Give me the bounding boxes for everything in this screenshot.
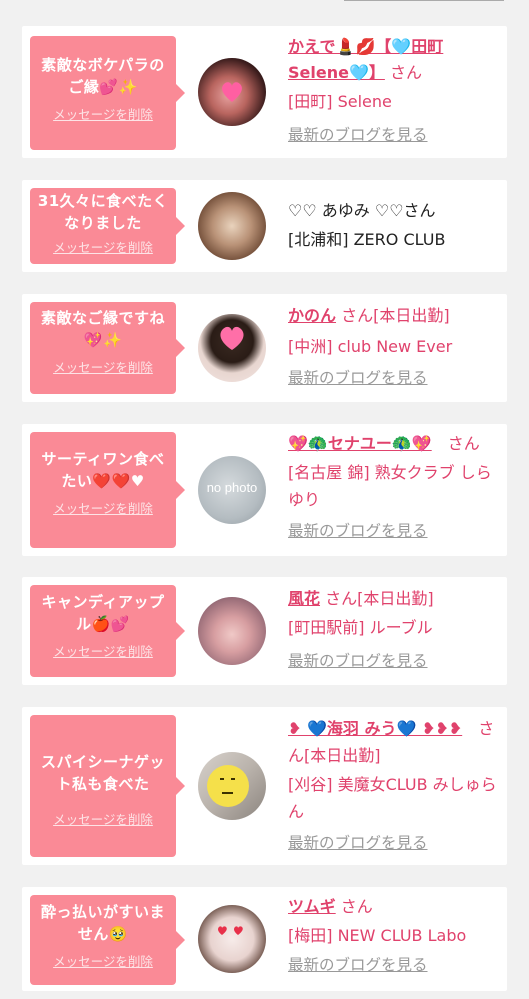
- latest-blog-link[interactable]: 最新のブログを見る: [288, 369, 428, 387]
- face-sticker-icon: [207, 765, 249, 807]
- message-card: サーティワン食べたい❤️❤️♥ メッセージを削除 no photo 💖🦚セナユー…: [22, 424, 507, 556]
- delete-message-link[interactable]: メッセージを削除: [30, 104, 176, 123]
- avatar[interactable]: [198, 597, 266, 665]
- message-card: 素敵なご縁ですね💖✨ メッセージを削除 かのん さん[本日出勤] [中洲] cl…: [22, 294, 507, 402]
- profile-info: ツムギ さん [梅田] NEW CLUB Labo 最新のブログを見る: [288, 893, 503, 979]
- message-text: サーティワン食べたい❤️❤️♥: [41, 450, 165, 490]
- status-badge: [本日出勤]: [357, 589, 434, 608]
- message-card: スパイシーナゲット私も食べた メッセージを削除 ❥ 💙海羽 みう💙 ❥❥❥ さん…: [22, 707, 507, 865]
- message-bubble: 31久々に食べたくなりました メッセージを削除: [30, 188, 185, 264]
- latest-blog-link[interactable]: 最新のブログを見る: [288, 652, 428, 670]
- heart-sticker-icon: [220, 326, 244, 350]
- shop-name[interactable]: [梅田] NEW CLUB Labo: [288, 922, 503, 949]
- cast-name-link[interactable]: 風花: [288, 589, 320, 608]
- shop-name[interactable]: [名古屋 錦] 熟女クラブ しらゆり: [288, 459, 503, 513]
- san-suffix: さん: [447, 434, 480, 453]
- latest-blog-link[interactable]: 最新のブログを見る: [288, 522, 428, 540]
- delete-message-link[interactable]: メッセージを削除: [30, 641, 176, 660]
- delete-message-link[interactable]: メッセージを削除: [30, 237, 176, 256]
- heart-sticker-icon: [222, 82, 242, 102]
- profile-info: ❥ 💙海羽 みう💙 ❥❥❥ さん[本日出勤] [刈谷] 美魔女CLUB みしゅら…: [288, 715, 503, 857]
- message-card: 素敵なボケパラのご縁💕✨ メッセージを削除 かえで💄💋【🩵田町Selene🩵】 …: [22, 26, 507, 158]
- shop-name[interactable]: [田町] Selene: [288, 88, 503, 115]
- profile-info: 風花 さん[本日出勤] [町田駅前] ルーブル 最新のブログを見る: [288, 585, 503, 675]
- latest-blog-link[interactable]: 最新のブログを見る: [288, 956, 428, 974]
- avatar[interactable]: [198, 905, 266, 973]
- heart-eyes-sticker-icon: [218, 926, 243, 935]
- status-badge: [本日出勤]: [373, 306, 450, 325]
- message-text: 酔っ払いがすいません🥹: [40, 903, 165, 943]
- message-card: キャンディアップル🍎💕 メッセージを削除 風花 さん[本日出勤] [町田駅前] …: [22, 577, 507, 685]
- profile-info: ♡♡ あゆみ ♡♡さん [北浦和] ZERO CLUB: [288, 197, 503, 253]
- no-photo-label: no photo: [206, 480, 258, 495]
- shop-name[interactable]: [中洲] club New Ever: [288, 333, 503, 360]
- avatar[interactable]: no photo: [198, 456, 266, 524]
- avatar[interactable]: [198, 314, 266, 382]
- top-partial-bar: [0, 0, 529, 8]
- cast-name-link[interactable]: 💖🦚セナユー🦚💖: [288, 434, 432, 453]
- message-bubble: スパイシーナゲット私も食べた メッセージを削除: [30, 715, 185, 857]
- message-card: 31久々に食べたくなりました メッセージを削除 ♡♡ あゆみ ♡♡さん [北浦和…: [22, 180, 507, 272]
- cast-name-link[interactable]: かのん: [288, 306, 336, 325]
- message-text: スパイシーナゲット私も食べた: [40, 753, 165, 793]
- avatar[interactable]: [198, 752, 266, 820]
- cast-name-link[interactable]: ツムギ: [288, 897, 336, 916]
- san-suffix: さん: [341, 306, 374, 325]
- message-text: 素敵なご縁ですね💖✨: [40, 309, 165, 349]
- profile-info: かのん さん[本日出勤] [中洲] club New Ever 最新のブログを見…: [288, 302, 503, 392]
- avatar[interactable]: [198, 58, 266, 126]
- san-suffix: さん: [340, 897, 373, 916]
- message-bubble: 素敵なご縁ですね💖✨ メッセージを削除: [30, 302, 185, 394]
- delete-message-link[interactable]: メッセージを削除: [30, 357, 176, 376]
- message-bubble: キャンディアップル🍎💕 メッセージを削除: [30, 585, 185, 677]
- latest-blog-link[interactable]: 最新のブログを見る: [288, 126, 428, 144]
- shop-name[interactable]: [町田駅前] ルーブル: [288, 614, 503, 641]
- delete-message-link[interactable]: メッセージを削除: [30, 809, 176, 828]
- message-bubble: 素敵なボケパラのご縁💕✨ メッセージを削除: [30, 36, 185, 150]
- cast-name-link[interactable]: ❥ 💙海羽 みう💙 ❥❥❥: [288, 719, 462, 738]
- status-badge: [本日出勤]: [304, 746, 381, 765]
- cast-name[interactable]: ♡♡ あゆみ ♡♡さん: [288, 197, 503, 224]
- profile-info: かえで💄💋【🩵田町Selene🩵】 さん [田町] Selene 最新のブログを…: [288, 34, 503, 149]
- delete-message-link[interactable]: メッセージを削除: [30, 951, 176, 970]
- shop-name[interactable]: [刈谷] 美魔女CLUB みしゅらん: [288, 771, 503, 825]
- san-suffix: さん: [325, 589, 358, 608]
- delete-message-link[interactable]: メッセージを削除: [30, 498, 176, 517]
- san-suffix: さん: [389, 63, 422, 82]
- profile-info: 💖🦚セナユー🦚💖 さん [名古屋 錦] 熟女クラブ しらゆり 最新のブログを見る: [288, 430, 503, 545]
- avatar[interactable]: [198, 192, 266, 260]
- message-card: 酔っ払いがすいません🥹 メッセージを削除 ツムギ さん [梅田] NEW CLU…: [22, 887, 507, 991]
- latest-blog-link[interactable]: 最新のブログを見る: [288, 834, 428, 852]
- shop-name[interactable]: [北浦和] ZERO CLUB: [288, 226, 503, 253]
- message-bubble: サーティワン食べたい❤️❤️♥ メッセージを削除: [30, 432, 185, 548]
- message-text: 素敵なボケパラのご縁💕✨: [41, 56, 165, 96]
- message-text: キャンディアップル🍎💕: [41, 593, 165, 633]
- message-text: 31久々に食べたくなりました: [37, 192, 169, 232]
- top-partial-link[interactable]: [344, 0, 504, 1]
- message-bubble: 酔っ払いがすいません🥹 メッセージを削除: [30, 895, 185, 985]
